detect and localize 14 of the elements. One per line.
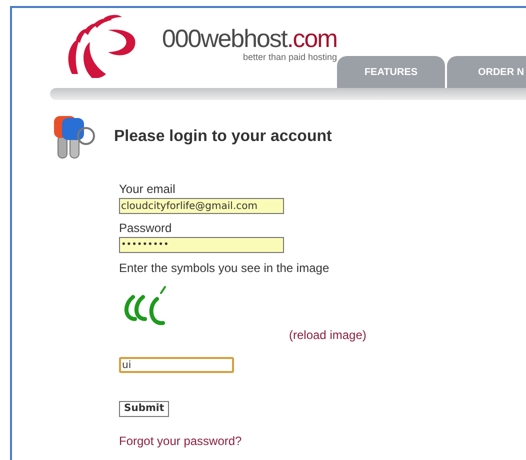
tagline: better than paid hosting: [242, 52, 338, 62]
captcha-field[interactable]: ui: [119, 357, 234, 373]
forgot-password-link[interactable]: Forgot your password?: [119, 432, 242, 450]
logo-text: 000webhost.com: [162, 26, 338, 52]
field-label: Password: [119, 220, 172, 237]
keys-icon: [52, 114, 98, 160]
password-field[interactable]: •••••••••: [119, 237, 284, 253]
reload-image-link[interactable]: (reload image): [289, 326, 366, 344]
page-heading: Please login to your account: [114, 127, 332, 147]
email-field[interactable]: cloudcityforlife@gmail.com: [119, 198, 284, 214]
field-label: Your email: [119, 181, 176, 198]
captcha-instruction: Enter the symbols you see in the image: [119, 260, 330, 277]
logo-icon: [68, 12, 138, 78]
submit-button[interactable]: Submit: [119, 401, 170, 417]
